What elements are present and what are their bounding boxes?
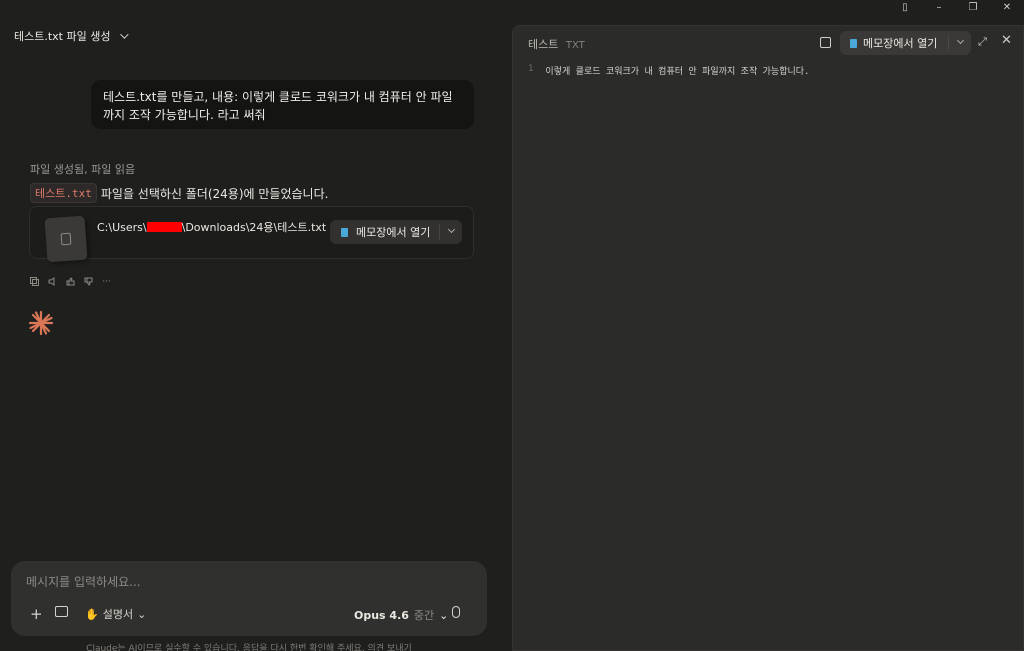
chevron-down-icon: ⌄: [439, 608, 449, 622]
preview-open-label: 메모장에서 열기: [863, 37, 938, 50]
file-path-suffix: \Downloads\24용\테스트.txt: [181, 221, 327, 234]
preview-file-name: 테스트: [528, 38, 559, 51]
hand-icon: ✋: [85, 607, 99, 621]
tool-summary[interactable]: 파일 생성됨, 파일 읽음: [30, 161, 135, 177]
preview-file-type: TXT: [565, 40, 585, 51]
document-icon: [60, 232, 72, 246]
thumbs-down-icon[interactable]: [84, 277, 93, 286]
button-divider: [439, 224, 440, 240]
preview-open-in-notepad-button[interactable]: 메모장에서 열기: [840, 31, 971, 55]
file-path-prefix: C:\Users\: [97, 220, 147, 234]
notepad-icon: [341, 227, 348, 237]
chevron-down-icon: [120, 30, 130, 39]
more-icon[interactable]: ···: [102, 277, 111, 287]
minimize-icon[interactable]: –: [922, 0, 956, 14]
expand-icon[interactable]: ⤢: [978, 35, 987, 49]
conversation-title-button[interactable]: 테스트.txt 파일 생성: [14, 28, 130, 44]
claude-spark-icon: [28, 310, 54, 336]
file-card[interactable]: C:\Users\ \Downloads\24용\테스트.txt 메모장에서 열…: [29, 206, 474, 263]
file-thumbnail: [44, 215, 88, 263]
open-in-notepad-button[interactable]: 메모장에서 열기: [330, 220, 462, 244]
style-selector[interactable]: ✋ 설명서 ⌄: [85, 606, 146, 622]
copy-icon[interactable]: [30, 277, 39, 286]
model-selector[interactable]: Opus 4.6 중간 ⌄: [354, 607, 448, 623]
button-divider: [948, 35, 949, 51]
preview-title: 테스트 TXT: [528, 36, 585, 52]
thumbs-up-icon[interactable]: [66, 277, 75, 286]
file-name-tag: 테스트.txt: [30, 183, 97, 203]
file-preview-panel: 테스트 TXT 메모장에서 열기 ⤢ ✕ 1 이렇게 클로드 코워크가 내 컴퓨…: [512, 25, 1024, 651]
assistant-reply: 테스트.txt 파일을 선택하신 폴더(24용)에 만들었습니다.: [30, 183, 328, 203]
add-attachment-button[interactable]: +: [30, 605, 43, 623]
open-in-notepad-label: 메모장에서 열기: [356, 226, 431, 239]
message-input[interactable]: [26, 575, 466, 589]
file-path: C:\Users\ \Downloads\24용\테스트.txt: [97, 219, 326, 235]
close-icon[interactable]: ✕: [1001, 33, 1012, 48]
sidebar-toggle-icon[interactable]: ▯: [888, 0, 922, 14]
chevron-down-icon: ⌄: [137, 607, 147, 621]
user-message: 테스트.txt를 만들고, 내용: 이렇게 클로드 코워크가 내 컴퓨터 안 파…: [91, 80, 474, 129]
line-text: 이렇게 클로드 코워크가 내 컴퓨터 안 파일까지 조작 가능합니다.: [545, 67, 810, 77]
folder-icon[interactable]: [55, 606, 68, 617]
disclaimer-text: Claude는 AI이므로 실수할 수 있습니다. 응답을 다시 한번 확인해 …: [86, 644, 412, 651]
redacted-username: [146, 222, 182, 232]
copy-icon[interactable]: [820, 37, 831, 48]
conversation-title: 테스트.txt 파일 생성: [14, 30, 111, 43]
style-label: 설명서: [102, 608, 134, 621]
notepad-icon: [850, 38, 857, 48]
effort-level: 중간: [413, 609, 435, 622]
chevron-down-icon[interactable]: [956, 36, 965, 45]
window-close-icon[interactable]: ✕: [990, 0, 1024, 14]
message-composer: + ✋ 설명서 ⌄ Opus 4.6 중간 ⌄: [11, 561, 487, 636]
window-controls: ▯ – ❐ ✕: [888, 0, 1024, 14]
reply-text: 파일을 선택하신 폴더(24용)에 만들었습니다.: [100, 186, 329, 201]
restore-icon[interactable]: ❐: [956, 0, 990, 14]
speaker-icon[interactable]: [48, 277, 57, 286]
message-actions: ···: [30, 277, 111, 287]
code-line: 1 이렇게 클로드 코워크가 내 컴퓨터 안 파일까지 조작 가능합니다.: [528, 64, 809, 77]
model-name: Opus 4.6: [354, 608, 409, 622]
chevron-down-icon[interactable]: [447, 225, 456, 234]
line-number: 1: [528, 64, 534, 74]
microphone-icon[interactable]: [452, 606, 460, 618]
